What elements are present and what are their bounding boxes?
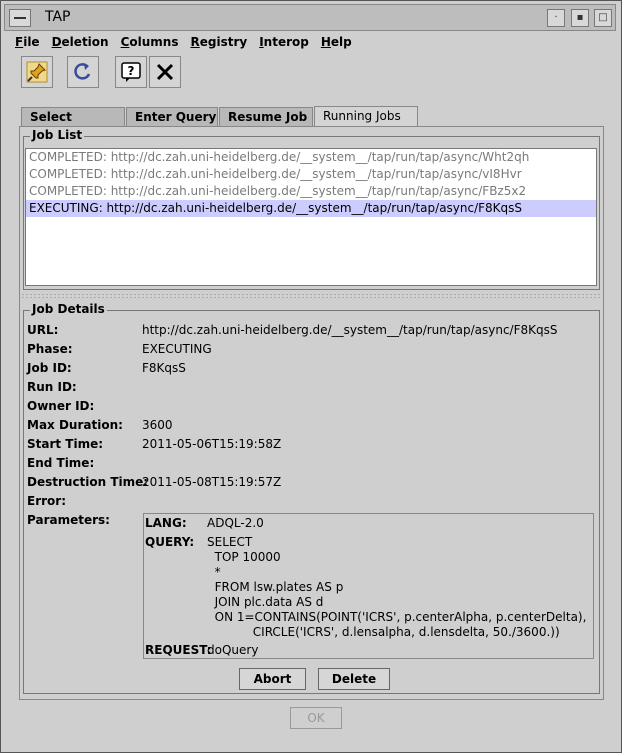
job-details-label: Job Details [30,302,107,316]
close-window-icon[interactable]: □ [594,9,612,27]
delete-button[interactable]: Delete [318,668,390,690]
job-id-value: F8KqsS [142,361,186,375]
destruction-time-label: Destruction Time: [27,475,149,489]
title-bar[interactable]: TAP · ▪ □ [4,4,616,31]
svg-text:?: ? [128,64,135,78]
lang-value: ADQL-2.0 [207,516,264,530]
end-time-label: End Time: [27,456,95,470]
job-list-item[interactable]: COMPLETED: http://dc.zah.uni-heidelberg.… [26,166,596,183]
error-label: Error: [27,494,66,508]
parameters-label: Parameters: [27,513,110,527]
tab-resume-job[interactable]: Resume Job [219,107,313,126]
tab-enter-query[interactable]: Enter Query [126,107,218,126]
help-button[interactable]: ? [115,56,147,88]
query-line: CIRCLE('ICRS', d.lensalpha, d.lensdelta,… [207,625,560,639]
menu-columns[interactable]: Columns [121,35,179,53]
menu-bar: File Deletion Columns Registry Interop H… [15,35,352,53]
job-list-item[interactable]: COMPLETED: http://dc.zah.uni-heidelberg.… [26,149,596,166]
query-line: JOIN plc.data AS d [207,595,324,609]
job-id-label: Job ID: [27,361,72,375]
menu-help[interactable]: Help [321,35,352,53]
max-duration-value: 3600 [142,418,173,432]
start-time-label: Start Time: [27,437,104,451]
request-value: doQuery [207,643,259,657]
job-list-item[interactable]: COMPLETED: http://dc.zah.uni-heidelberg.… [26,183,596,200]
maximize-icon[interactable]: ▪ [571,9,589,27]
abort-button[interactable]: Abort [239,668,306,690]
destruction-time-value: 2011-05-08T15:19:57Z [142,475,282,489]
job-list-label: Job List [30,128,85,142]
job-list[interactable]: COMPLETED: http://dc.zah.uni-heidelberg.… [25,148,597,286]
query-line: FROM lsw.plates AS p [207,580,344,594]
tab-running-jobs[interactable]: Running Jobs [314,106,418,127]
tap-window: TAP · ▪ □ File Deletion Columns Registry… [0,0,622,753]
window-menu-icon[interactable] [9,9,31,27]
close-button[interactable] [149,56,181,88]
owner-id-label: Owner ID: [27,399,95,413]
menu-registry[interactable]: Registry [190,35,247,53]
menu-file[interactable]: File [15,35,40,53]
help-icon: ? [121,62,141,82]
run-id-label: Run ID: [27,380,77,394]
request-label: REQUEST: [145,643,212,657]
ok-button[interactable]: OK [290,707,342,729]
menu-deletion[interactable]: Deletion [52,35,109,53]
url-label: URL: [27,323,59,337]
query-line: TOP 10000 [207,550,281,564]
menu-interop[interactable]: Interop [259,35,309,53]
query-label: QUERY: [145,535,195,549]
split-pane-divider[interactable] [21,293,601,299]
window-title: TAP [45,9,71,25]
close-icon [156,63,174,81]
lang-label: LANG: [145,516,187,530]
start-time-value: 2011-05-06T15:19:58Z [142,437,282,451]
minimize-icon[interactable]: · [547,9,565,27]
query-line: * [207,565,221,579]
phase-label: Phase: [27,342,73,356]
parameters-box: LANG: ADQL-2.0 QUERY: SELECT TOP 10000 *… [143,513,594,659]
job-list-item-selected[interactable]: EXECUTING: http://dc.zah.uni-heidelberg.… [26,200,596,217]
url-value: http://dc.zah.uni-heidelberg.de/__system… [142,323,558,337]
query-line: ON 1=CONTAINS(POINT('ICRS', p.centerAlph… [207,610,587,624]
pin-button[interactable] [21,56,53,88]
max-duration-label: Max Duration: [27,418,123,432]
phase-value: EXECUTING [142,342,212,356]
query-line: SELECT [207,535,253,549]
reload-button[interactable] [67,56,99,88]
pin-icon [26,61,48,83]
tab-select-service[interactable]: Select Service [21,107,125,142]
refresh-icon [74,63,91,80]
